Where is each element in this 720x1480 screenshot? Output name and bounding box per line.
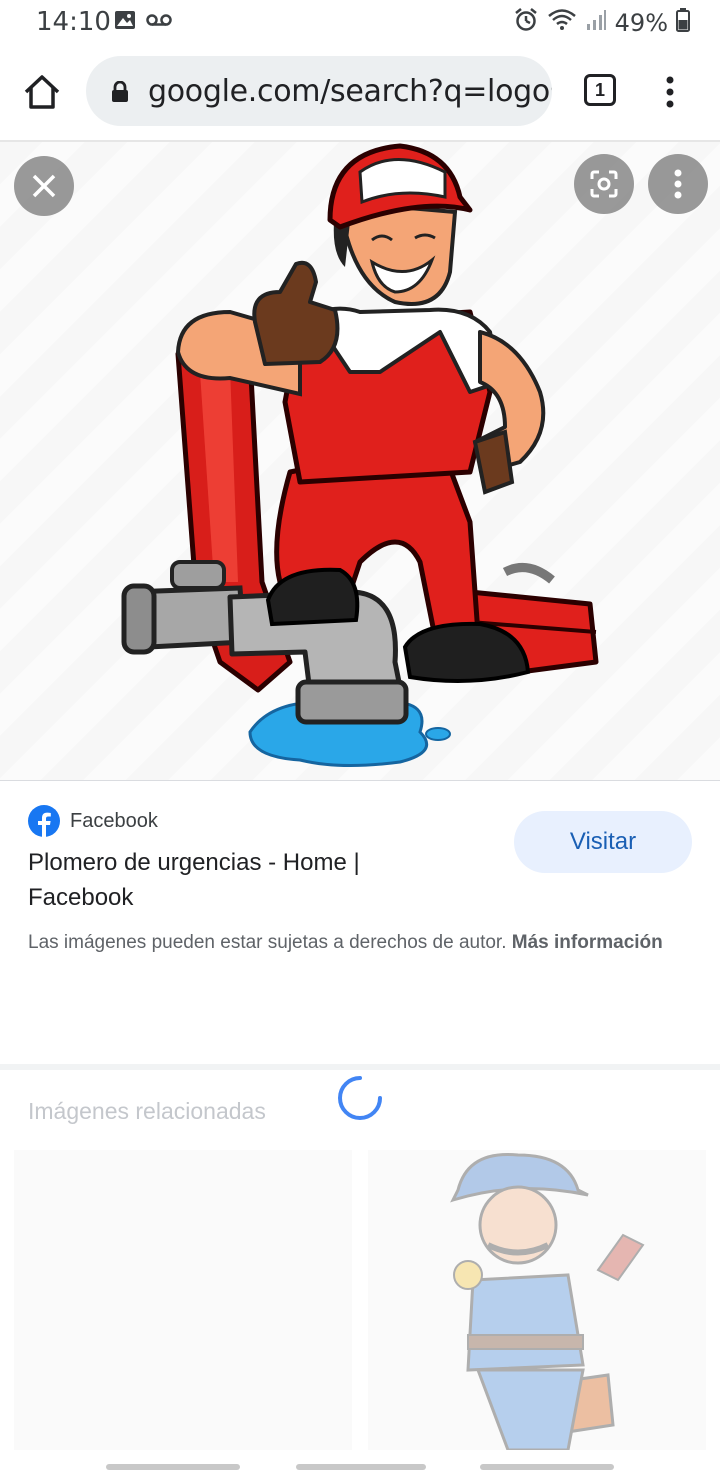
tab-count: 1 bbox=[594, 80, 605, 100]
system-nav-bar bbox=[0, 1452, 720, 1480]
url-text: google.com/search?q=logos bbox=[148, 74, 552, 109]
nav-pill bbox=[296, 1464, 426, 1470]
status-bar: 14:10 49% bbox=[0, 0, 720, 44]
lock-icon bbox=[110, 80, 130, 108]
status-right-icons: 49% bbox=[513, 7, 690, 39]
facebook-icon bbox=[28, 805, 60, 837]
nav-pill bbox=[106, 1464, 240, 1470]
copyright-text: Las imágenes pueden estar sujetas a dere… bbox=[28, 932, 507, 953]
image-result-panel: Facebook Visitar Plomero de urgencias - … bbox=[0, 780, 720, 1066]
related-image-thumb[interactable] bbox=[14, 1150, 352, 1450]
more-icon bbox=[674, 169, 682, 199]
image-more-options-button[interactable] bbox=[648, 154, 708, 214]
address-bar[interactable]: google.com/search?q=logos bbox=[86, 56, 552, 126]
menu-icon bbox=[666, 76, 674, 108]
browser-toolbar: google.com/search?q=logos 1 bbox=[0, 44, 720, 142]
related-image-thumb[interactable] bbox=[368, 1150, 706, 1450]
result-title[interactable]: Plomero de urgencias - Home | Facebook bbox=[28, 845, 468, 915]
related-images-section: Imágenes relacionadas bbox=[0, 1070, 720, 1480]
more-info-link[interactable]: Más información bbox=[512, 932, 663, 953]
source-name: Facebook bbox=[70, 809, 158, 832]
visit-button[interactable]: Visitar bbox=[514, 811, 692, 873]
battery-percent: 49% bbox=[614, 9, 668, 37]
status-left-icons bbox=[114, 10, 172, 35]
status-time: 14:10 bbox=[36, 7, 111, 37]
alarm-icon bbox=[513, 7, 539, 39]
battery-icon bbox=[676, 8, 690, 38]
loading-spinner-icon bbox=[338, 1076, 382, 1120]
nav-pill bbox=[480, 1464, 614, 1470]
lens-search-button[interactable] bbox=[574, 154, 634, 214]
plumber-blue-image bbox=[450, 1152, 645, 1450]
related-images-heading: Imágenes relacionadas bbox=[28, 1098, 266, 1124]
browser-menu-button[interactable] bbox=[660, 74, 680, 110]
close-viewer-button[interactable] bbox=[14, 156, 74, 216]
home-icon bbox=[24, 75, 60, 109]
plumber-image[interactable] bbox=[0, 142, 720, 780]
source-row[interactable]: Facebook bbox=[28, 805, 158, 837]
image-icon bbox=[114, 10, 136, 35]
close-icon bbox=[32, 174, 56, 198]
wifi-icon bbox=[547, 8, 577, 38]
signal-icon bbox=[585, 9, 607, 37]
tab-switcher-button[interactable]: 1 bbox=[584, 74, 616, 106]
copyright-notice: Las imágenes pueden estar sujetas a dere… bbox=[28, 929, 668, 957]
home-button[interactable] bbox=[22, 74, 62, 114]
voicemail-icon bbox=[146, 13, 172, 32]
lens-icon bbox=[590, 170, 618, 198]
image-viewer[interactable] bbox=[0, 142, 720, 780]
